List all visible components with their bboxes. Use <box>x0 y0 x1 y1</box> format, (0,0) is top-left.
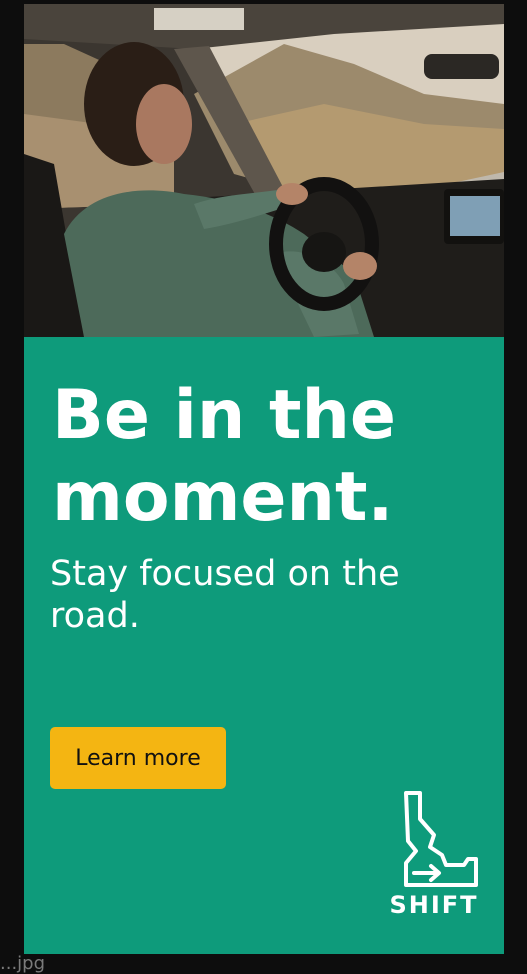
file-name-label: ...jpg <box>0 954 46 974</box>
driver-photo-illustration <box>24 4 504 337</box>
learn-more-button[interactable]: Learn more <box>50 727 226 789</box>
screenshot-frame: Be in the moment. Stay focused on the ro… <box>0 0 527 974</box>
shift-logo[interactable]: SHIFT <box>386 789 482 919</box>
display-ad[interactable]: Be in the moment. Stay focused on the ro… <box>24 4 504 954</box>
message-panel: Be in the moment. Stay focused on the ro… <box>24 337 504 954</box>
driver-photo <box>24 4 504 337</box>
brand-name: SHIFT <box>389 891 479 919</box>
subheadline: Stay focused on the road. <box>50 554 400 636</box>
idaho-state-outline-arrow-icon <box>404 791 478 887</box>
headline: Be in the moment. <box>52 376 397 537</box>
